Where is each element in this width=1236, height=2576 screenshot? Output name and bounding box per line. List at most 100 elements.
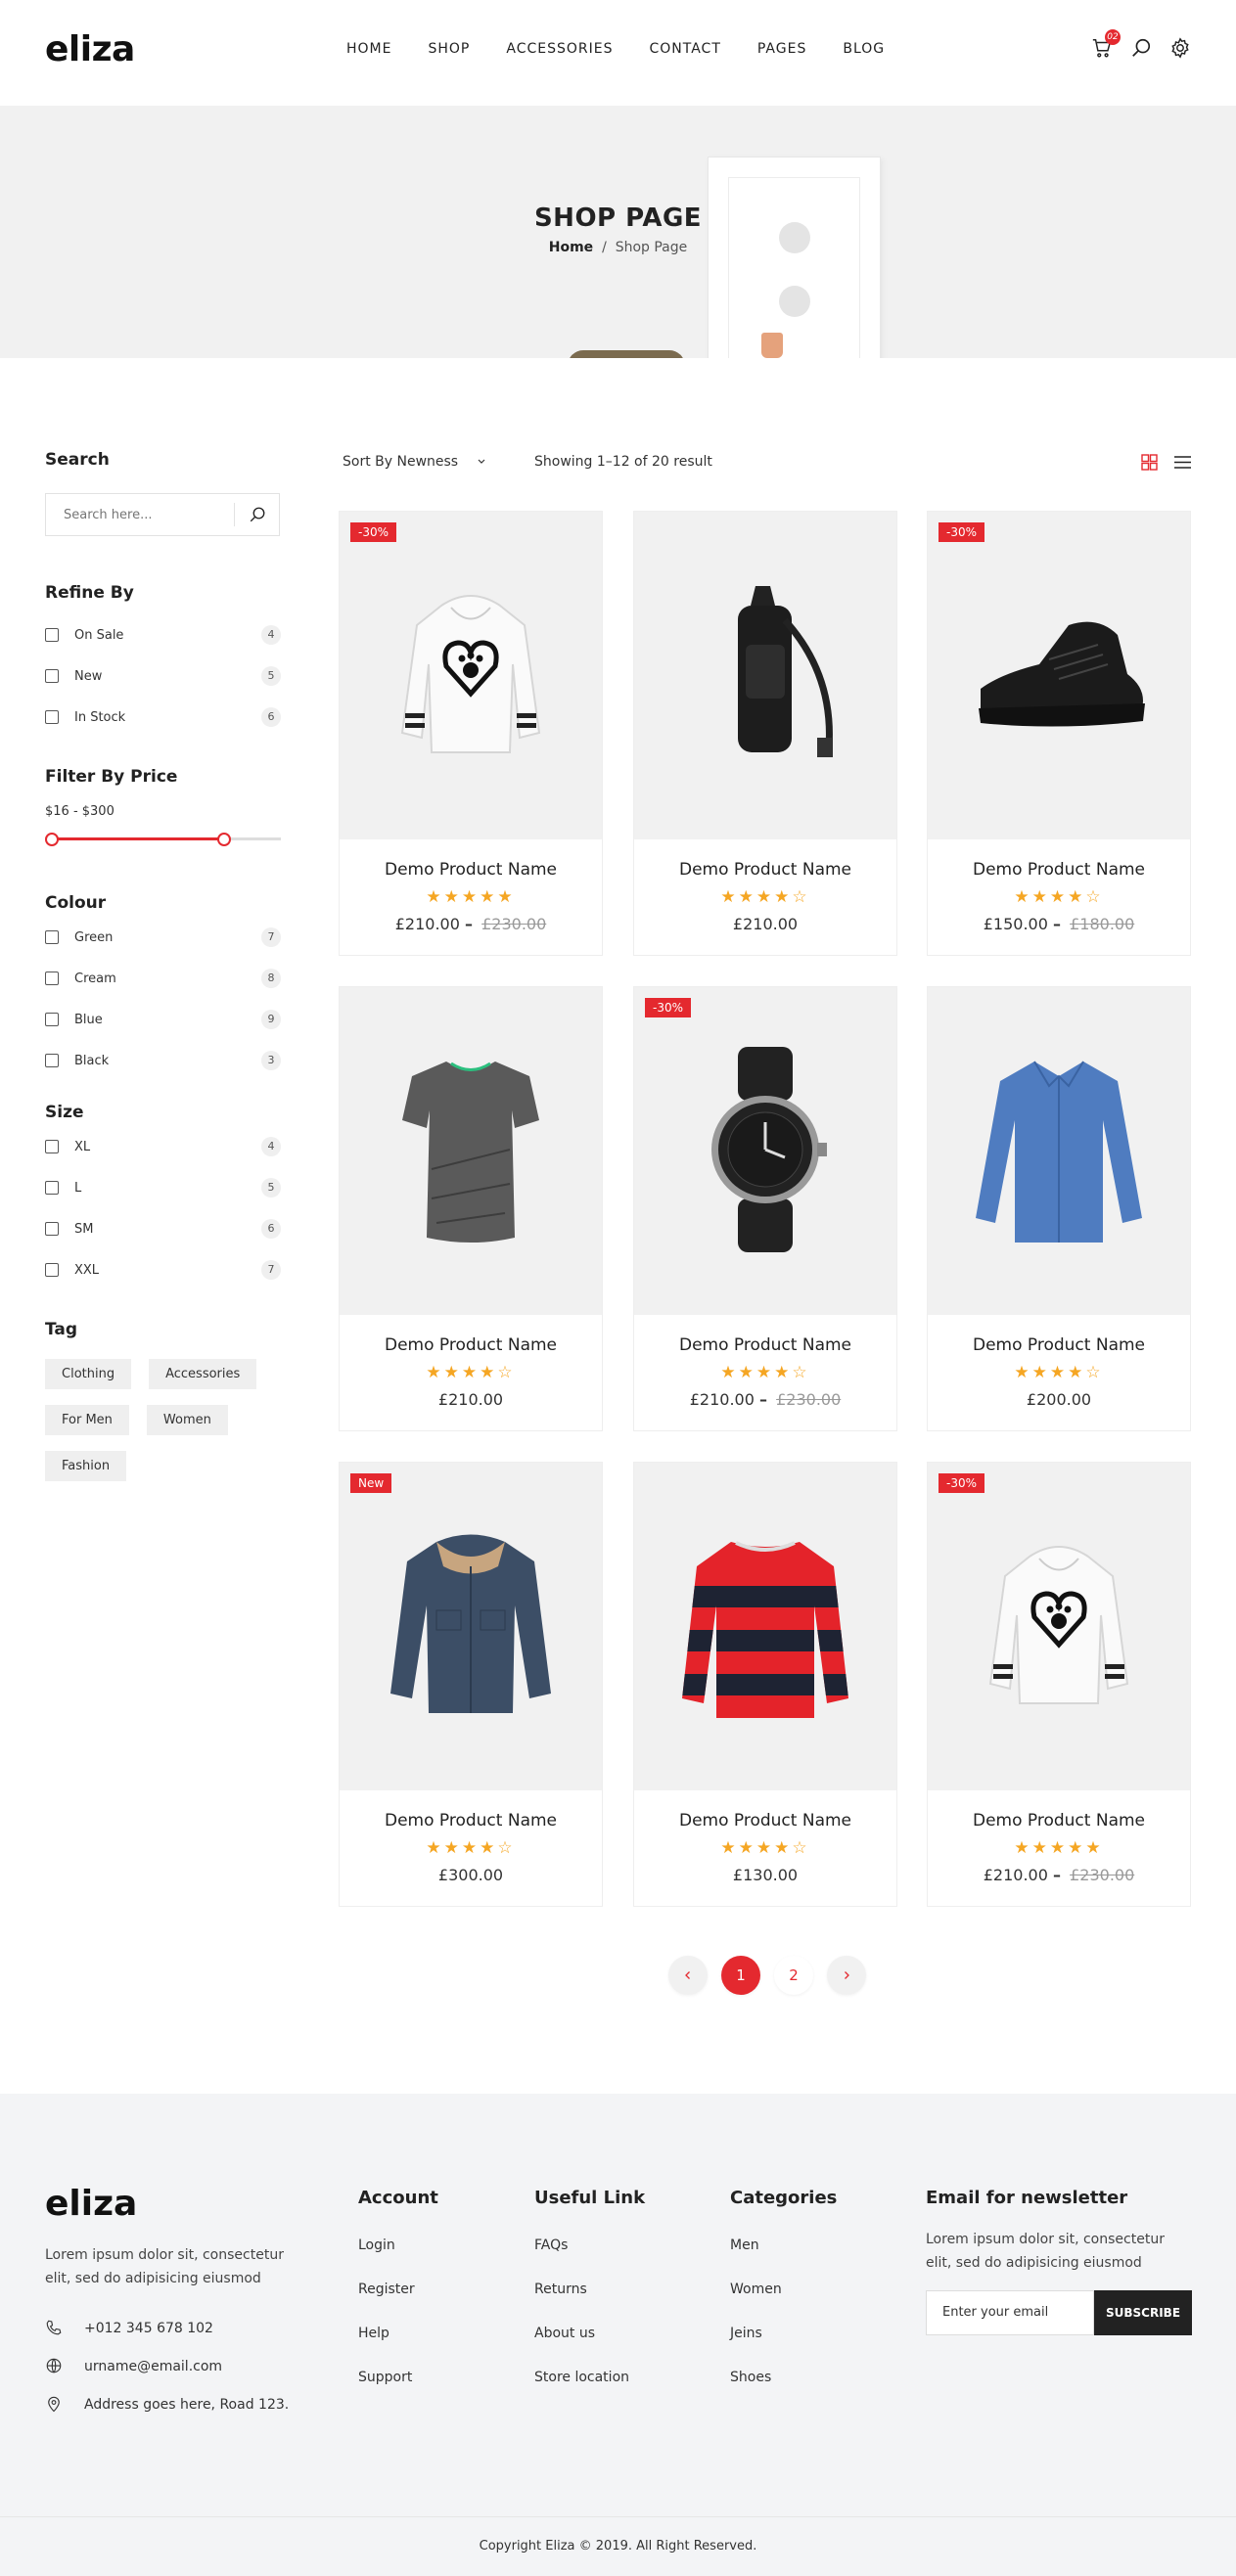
tag-fashion[interactable]: Fashion — [45, 1451, 127, 1481]
search-submit-button[interactable] — [234, 503, 279, 526]
footer-link[interactable]: FAQs — [534, 2237, 645, 2282]
checkbox[interactable] — [45, 1181, 59, 1195]
product-card[interactable]: New Demo Product Name ★★★★☆ £300.00 — [339, 1462, 603, 1907]
page-1-button[interactable]: 1 — [721, 1956, 760, 1995]
product-card[interactable]: Demo Product Name ★★★★☆ £210.00 — [633, 511, 897, 956]
filter-size-sm[interactable]: SM 6 — [45, 1208, 281, 1249]
product-card[interactable]: -30% Demo Product Name ★★★★★ £210.00 – £230… — [927, 1462, 1191, 1907]
checkbox[interactable] — [45, 972, 59, 985]
filter-size-xxl[interactable]: XXL 7 — [45, 1249, 281, 1290]
nav-home[interactable]: HOME — [346, 41, 391, 57]
site-logo[interactable]: eliza — [45, 29, 135, 69]
product-name[interactable]: Demo Product Name — [340, 1811, 602, 1830]
next-page-button[interactable] — [827, 1956, 866, 1995]
subscribe-button[interactable]: SUBSCRIBE — [1094, 2290, 1192, 2335]
nav-pages[interactable]: PAGES — [757, 41, 806, 57]
checkbox[interactable] — [45, 669, 59, 683]
product-card[interactable]: Demo Product Name ★★★★☆ £130.00 — [633, 1462, 897, 1907]
nav-contact[interactable]: CONTACT — [649, 41, 720, 57]
footer-link[interactable]: Jeins — [730, 2326, 837, 2370]
filter-on-sale[interactable]: On Sale 4 — [45, 614, 281, 655]
price-slider-min-handle[interactable] — [45, 833, 59, 846]
product-price: £210.00 — [983, 1866, 1048, 1884]
chevron-down-icon — [478, 459, 484, 464]
product-image[interactable] — [340, 987, 602, 1315]
filter-colour-black[interactable]: Black 3 — [45, 1040, 281, 1081]
list-view-icon[interactable] — [1173, 454, 1192, 471]
checkbox[interactable] — [45, 1054, 59, 1067]
product-image[interactable] — [340, 512, 602, 839]
filter-in-stock[interactable]: In Stock 6 — [45, 697, 281, 738]
gear-icon[interactable] — [1169, 37, 1191, 59]
footer-column-title: Useful Link — [534, 2188, 646, 2208]
nav-blog[interactable]: BLOG — [843, 41, 885, 57]
product-name[interactable]: Demo Product Name — [634, 860, 896, 880]
page-2-button[interactable]: 2 — [774, 1956, 813, 1995]
footer-link[interactable]: Login — [358, 2237, 438, 2282]
product-name[interactable]: Demo Product Name — [634, 1811, 896, 1830]
footer-link[interactable]: Women — [730, 2282, 837, 2326]
checkbox[interactable] — [45, 1222, 59, 1236]
product-name[interactable]: Demo Product Name — [928, 860, 1190, 880]
breadcrumb-home[interactable]: Home — [549, 240, 593, 255]
checkbox[interactable] — [45, 930, 59, 944]
product-card[interactable]: -30% Demo Product Name ★★★★☆ £210.00 – £230… — [633, 986, 897, 1431]
footer-link[interactable]: Register — [358, 2282, 438, 2326]
product-image[interactable] — [634, 987, 896, 1315]
footer-email[interactable]: urname@email.com — [84, 2359, 222, 2374]
product-image[interactable] — [928, 987, 1190, 1315]
nav-shop[interactable]: SHOP — [428, 41, 470, 57]
tag-accessories[interactable]: Accessories — [149, 1359, 257, 1389]
product-image[interactable] — [928, 512, 1190, 839]
prev-page-button[interactable] — [668, 1956, 708, 1995]
checkbox[interactable] — [45, 1013, 59, 1026]
filter-size-xl[interactable]: XL 4 — [45, 1126, 281, 1167]
filter-new[interactable]: New 5 — [45, 655, 281, 697]
footer-link[interactable]: Shoes — [730, 2370, 837, 2414]
product-image[interactable] — [634, 512, 896, 839]
product-name[interactable]: Demo Product Name — [928, 1811, 1190, 1830]
footer-link[interactable]: Returns — [534, 2282, 645, 2326]
product-card[interactable]: -30% Demo Product Name ★★★★☆ £150.00 – £180… — [927, 511, 1191, 956]
tag-clothing[interactable]: Clothing — [45, 1359, 132, 1389]
product-card[interactable]: -30% Demo Product Name ★★★★★ £210.00 – £230… — [339, 511, 603, 956]
footer-logo[interactable]: eliza — [45, 2184, 137, 2224]
product-name[interactable]: Demo Product Name — [634, 1335, 896, 1355]
checkbox[interactable] — [45, 710, 59, 724]
nav-accessories[interactable]: ACCESSORIES — [506, 41, 613, 57]
product-image[interactable] — [928, 1463, 1190, 1790]
footer-link[interactable]: Support — [358, 2370, 438, 2414]
filter-colour-cream[interactable]: Cream 8 — [45, 958, 281, 999]
filter-colour-green[interactable]: Green 7 — [45, 917, 281, 958]
product-card[interactable]: Demo Product Name ★★★★☆ £200.00 — [927, 986, 1191, 1431]
breadcrumb-separator: / — [602, 240, 607, 255]
footer-link[interactable]: About us — [534, 2326, 645, 2370]
newsletter-email-input[interactable]: Enter your email — [926, 2290, 1094, 2335]
search-icon[interactable] — [1130, 37, 1152, 59]
price-slider[interactable] — [45, 833, 281, 846]
search-input[interactable] — [46, 494, 242, 535]
filter-size-l[interactable]: L5 — [45, 1167, 281, 1208]
checkbox[interactable] — [45, 1140, 59, 1153]
filter-label: XXL — [74, 1262, 100, 1278]
footer-phone[interactable]: +012 345 678 102 — [84, 2321, 213, 2336]
filter-label: Cream — [74, 971, 116, 986]
price-slider-max-handle[interactable] — [217, 833, 231, 846]
product-name[interactable]: Demo Product Name — [340, 860, 602, 880]
checkbox[interactable] — [45, 628, 59, 642]
tag-women[interactable]: Women — [146, 1405, 228, 1435]
grid-view-icon[interactable] — [1141, 454, 1158, 471]
sort-select[interactable]: Sort By Newness — [343, 454, 486, 470]
cart-icon[interactable]: 02 — [1091, 29, 1121, 59]
product-image[interactable] — [634, 1463, 896, 1790]
checkbox[interactable] — [45, 1263, 59, 1277]
product-name[interactable]: Demo Product Name — [340, 1335, 602, 1355]
tag-for-men[interactable]: For Men — [45, 1405, 129, 1435]
footer-link[interactable]: Men — [730, 2237, 837, 2282]
product-card[interactable]: Demo Product Name ★★★★☆ £210.00 — [339, 986, 603, 1431]
footer-link[interactable]: Help — [358, 2326, 438, 2370]
footer-link[interactable]: Store location — [534, 2370, 645, 2414]
product-name[interactable]: Demo Product Name — [928, 1335, 1190, 1355]
filter-colour-blue[interactable]: Blue 9 — [45, 999, 281, 1040]
product-image[interactable] — [340, 1463, 602, 1790]
